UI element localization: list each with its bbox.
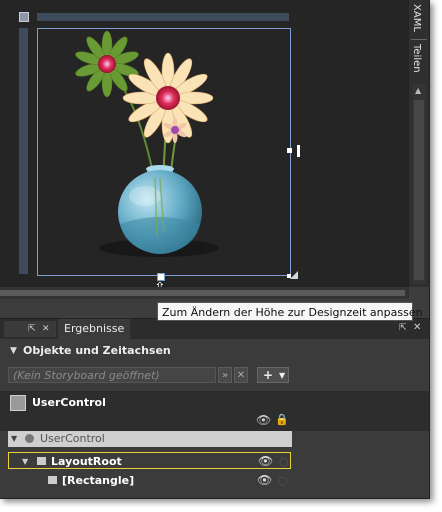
tree-item-layoutroot[interactable]: ▼ LayoutRoot 👁 ○ <box>8 452 291 469</box>
horizontal-scroll-thumb[interactable] <box>0 290 405 296</box>
side-tab-divider <box>411 39 427 40</box>
rectangle-icon <box>48 476 57 484</box>
resize-tooltip: Zum Ändern der Höhe zur Designzeit anpas… <box>157 302 423 321</box>
top-ruler <box>37 13 289 21</box>
scroll-up-icon[interactable]: ▲ <box>415 86 421 95</box>
lock-icon[interactable]: 🔒 <box>275 413 289 426</box>
tree-item-label: UserControl <box>40 432 105 445</box>
tree-item-rectangle[interactable]: [Rectangle] 👁 ○ <box>8 472 291 489</box>
visibility-eye-icon[interactable]: 👁 <box>256 413 271 427</box>
vertical-scrollbar[interactable]: ▲ <box>412 84 426 284</box>
tree-item-label: LayoutRoot <box>51 455 122 468</box>
add-label: + <box>263 368 274 382</box>
objects-panel: ⇱ ✕ Ergebnisse ⇱ ✕ ▼ Objekte und Zeitach… <box>0 318 429 498</box>
tree-item-usercontrol[interactable]: ▼ UserControl <box>8 431 292 447</box>
grid-icon <box>37 457 46 465</box>
horizontal-scrollbar[interactable] <box>0 287 409 299</box>
panel-close-icon[interactable]: ✕ <box>413 322 421 333</box>
visibility-eye-icon[interactable]: 👁 <box>258 453 273 470</box>
storyboard-picker[interactable]: (Kein Storyboard geöffnet) <box>8 367 216 383</box>
scope-header[interactable]: UserControl 👁 🔒 <box>0 391 429 431</box>
vertical-scroll-thumb[interactable] <box>414 100 424 280</box>
chevron-down-icon[interactable]: ▼ <box>279 369 285 383</box>
right-resize-handle[interactable] <box>287 148 292 153</box>
collapse-triangle-icon[interactable]: ▼ <box>10 341 17 361</box>
expand-triangle-icon[interactable]: ▼ <box>11 431 17 447</box>
scope-up-icon[interactable] <box>10 395 26 411</box>
tab-teilen[interactable]: Teilen <box>411 44 422 73</box>
expand-triangle-icon[interactable]: ▼ <box>22 453 28 470</box>
storyboard-close-icon[interactable]: ✕ <box>234 367 248 383</box>
tab-ergebnisse[interactable]: Ergebnisse <box>58 319 131 339</box>
panel-tab-previous[interactable]: ⇱ ✕ <box>4 321 56 337</box>
lock-toggle-icon[interactable]: ○ <box>279 453 289 470</box>
artboard[interactable]: ⇳ <box>0 0 409 295</box>
panel-pin-icon[interactable]: ⇱ <box>399 323 407 333</box>
tab-xaml[interactable]: XAML <box>411 4 422 32</box>
close-icon[interactable]: ✕ <box>42 324 50 334</box>
left-ruler <box>19 28 28 274</box>
objects-section-header[interactable]: ▼ Objekte und Zeitachsen <box>0 341 429 361</box>
usercontrol-icon <box>25 434 34 443</box>
right-design-time-handle[interactable] <box>297 145 300 157</box>
selection-bounds[interactable] <box>37 28 291 276</box>
design-time-corner-handle[interactable] <box>290 271 298 279</box>
visibility-eye-icon[interactable]: 👁 <box>257 472 272 489</box>
blend-window: ⇳ XAML Teilen ▲ ⇱ ✕ Ergebnisse ⇱ ✕ ▼ Obj… <box>0 0 430 499</box>
panel-tab-row: ⇱ ✕ Ergebnisse ⇱ ✕ <box>0 319 429 339</box>
storyboard-options-icon[interactable]: » <box>218 367 232 383</box>
scope-title: UserControl <box>32 396 106 409</box>
artboard-corner-icon[interactable] <box>19 12 29 22</box>
pin-icon[interactable]: ⇱ <box>28 324 36 334</box>
add-storyboard-button[interactable]: + ▼ <box>257 367 289 383</box>
objects-section-title: Objekte und Zeitachsen <box>23 344 171 357</box>
tree-item-label: [Rectangle] <box>62 474 135 487</box>
lock-toggle-icon[interactable]: ○ <box>278 472 288 489</box>
